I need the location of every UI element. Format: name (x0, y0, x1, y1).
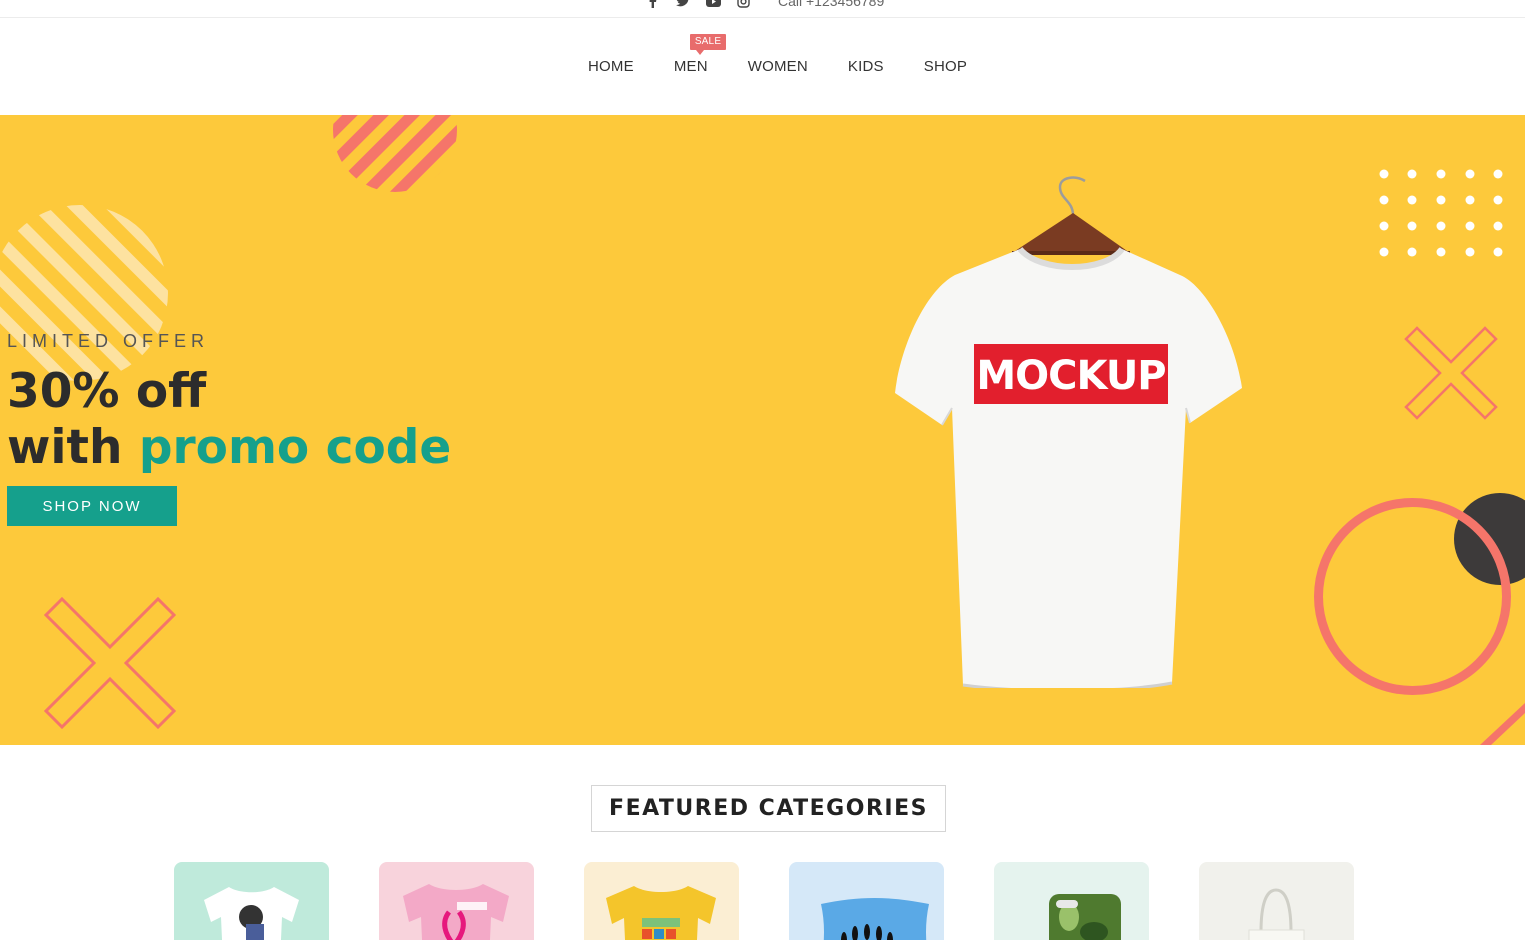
nav-item-label: SHOP (923, 58, 968, 75)
x-shape-decoration-right (1404, 326, 1498, 420)
yellow-tee-image (606, 886, 716, 940)
hero-headline: 30% off with promo code (7, 364, 451, 476)
twitter-icon[interactable] (675, 0, 691, 9)
social-links (645, 0, 751, 9)
striped-circle-decoration (333, 115, 457, 192)
tote-bag-image (1248, 888, 1305, 940)
offer-eyebrow: LIMITED OFFER (7, 331, 210, 351)
pink-shirt-image (403, 884, 509, 940)
x-shape-decoration (44, 597, 176, 729)
mockup-print-text: MOCKUP (976, 353, 1165, 399)
headline-accent: promo code (138, 420, 452, 475)
dot-grid-decoration (1379, 169, 1503, 257)
category-card-tshirt[interactable] (174, 862, 329, 940)
tshirt-image (204, 887, 299, 940)
category-card-phone-case[interactable] (994, 862, 1149, 940)
nav-item-label: WOMEN (747, 58, 808, 75)
headline-line-2: with promo code (7, 420, 451, 476)
nav-item-women[interactable]: WOMEN (748, 58, 808, 75)
pillow-image (821, 898, 929, 940)
sale-badge: SALE (689, 34, 727, 55)
phone-number: Call +123456789 (778, 0, 885, 9)
nav-item-shop[interactable]: SHOP (924, 58, 967, 75)
nav-item-label: HOME (588, 58, 634, 75)
phone-case-image (1049, 894, 1121, 940)
category-card-pillow[interactable] (789, 862, 944, 940)
nav-menu: HOME SALE MEN WOMEN KIDS SHOP (588, 34, 967, 75)
nav-item-label: KIDS (847, 58, 884, 75)
featured-categories-title: FEATURED CATEGORIES (591, 785, 946, 832)
youtube-icon[interactable] (705, 0, 721, 9)
category-card-yellow-tee[interactable] (584, 862, 739, 940)
instagram-icon[interactable] (735, 0, 751, 9)
top-bar: Call +123456789 (0, 0, 1525, 18)
ring-decoration (1314, 498, 1511, 695)
shop-now-button[interactable]: SHOP NOW (7, 486, 177, 526)
category-card-tote-bag[interactable] (1199, 862, 1354, 940)
category-list (174, 862, 1354, 940)
tshirt-mockup-image: MOCKUP (895, 176, 1242, 688)
headline-plain: with (7, 420, 123, 475)
hero-banner: MOCKUP LIMITED OFFER 30% off with promo … (0, 115, 1525, 745)
facebook-icon[interactable] (645, 0, 661, 9)
nav-item-kids[interactable]: KIDS (848, 58, 884, 75)
main-nav: HOME SALE MEN WOMEN KIDS SHOP (0, 18, 1525, 115)
nav-item-label: MEN (673, 58, 708, 75)
category-card-fight-shirt[interactable] (379, 862, 534, 940)
hero-copy: LIMITED OFFER 30% off with promo code SH… (7, 331, 451, 526)
nav-item-men[interactable]: SALE MEN (673, 34, 727, 75)
headline-line-1: 30% off (7, 364, 207, 419)
corner-stripe-decoration (1480, 703, 1525, 745)
nav-item-home[interactable]: HOME (588, 58, 634, 75)
